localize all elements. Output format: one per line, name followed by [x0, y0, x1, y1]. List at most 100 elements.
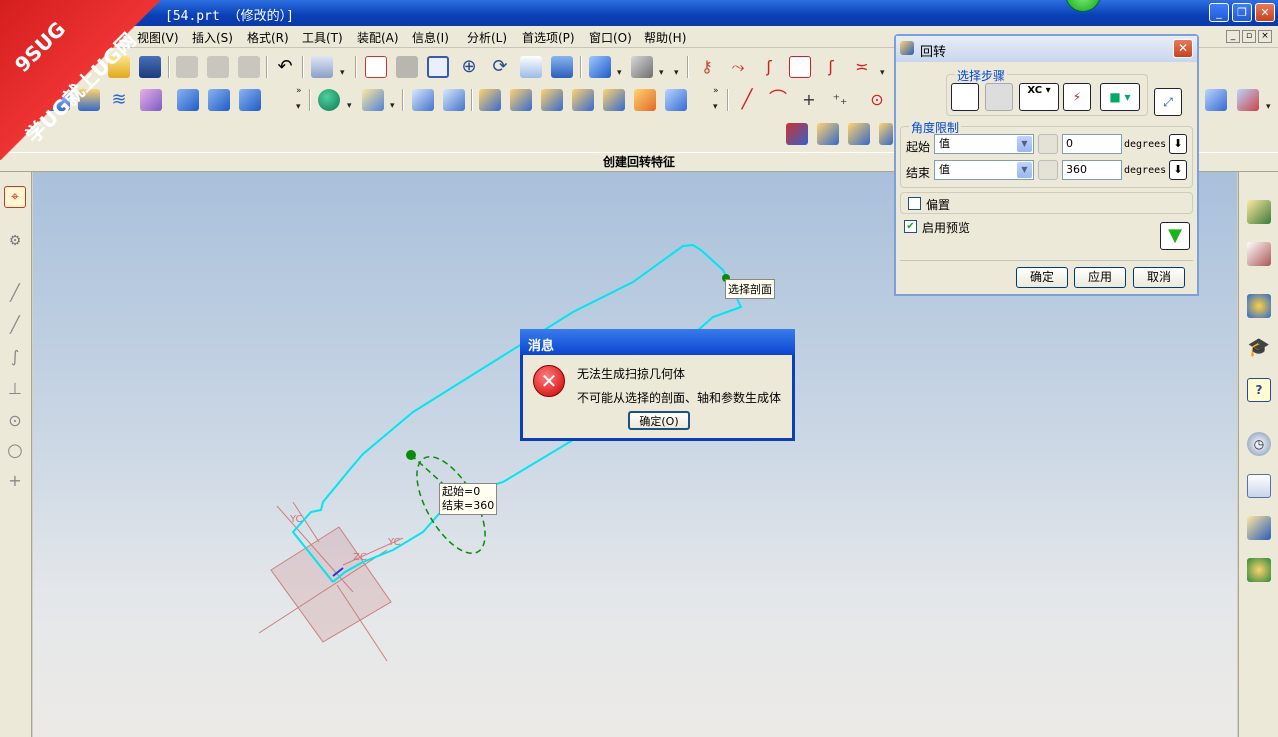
sketch-tangent-icon[interactable]: ⊥	[4, 378, 26, 400]
mdi-minimize-button[interactable]: _	[1226, 30, 1240, 43]
fit-view-icon[interactable]	[365, 56, 387, 78]
roles-icon[interactable]	[1247, 558, 1271, 582]
menu-tools[interactable]: 工具(T)	[302, 29, 343, 46]
end-options-button[interactable]: ⬇	[1169, 160, 1187, 180]
restore-button[interactable]: ❐	[1232, 3, 1252, 22]
edge-blend-icon[interactable]	[362, 89, 384, 111]
xc-vector-selector[interactable]: XC ▾	[1019, 83, 1059, 111]
angle-handle-label[interactable]: 起始=0 结束=360	[439, 483, 498, 515]
offset-checkbox[interactable]	[908, 197, 921, 210]
boss-icon[interactable]	[510, 89, 532, 111]
arc-icon[interactable]: ⌒	[767, 89, 789, 111]
mdi-restore-button[interactable]: ▫	[1242, 30, 1256, 43]
trim-body-icon[interactable]	[817, 123, 839, 145]
point-step-icon[interactable]: ⚡	[1063, 83, 1091, 111]
menu-window[interactable]: 窗口(O)	[589, 29, 632, 46]
hole-icon[interactable]	[479, 89, 501, 111]
pan-icon[interactable]	[520, 56, 542, 78]
pocket-icon[interactable]	[541, 89, 563, 111]
ellipse-icon[interactable]: ⊙	[866, 89, 888, 111]
training-icon[interactable]: 🎓	[1247, 336, 1271, 360]
cancel-button[interactable]: 取消	[1133, 267, 1185, 288]
selection-filter-icon[interactable]	[311, 56, 333, 78]
menu-assembly[interactable]: 装配(A)	[357, 29, 399, 46]
end-inferred-icon[interactable]	[1038, 160, 1058, 180]
zoom-in-out-icon[interactable]: ⊕	[458, 56, 480, 78]
offset-curve-icon[interactable]: ʃ	[820, 56, 842, 78]
expand-options-icon[interactable]: ▼	[1160, 222, 1190, 250]
instance-icon[interactable]	[665, 89, 687, 111]
zoom-window-icon[interactable]	[427, 56, 449, 78]
web-browser-icon[interactable]	[1247, 294, 1271, 318]
sketch-point-icon[interactable]: +	[4, 470, 26, 492]
select-icon[interactable]: ⌖	[4, 186, 26, 208]
pad-icon[interactable]	[572, 89, 594, 111]
groove-icon[interactable]	[634, 89, 656, 111]
start-inferred-icon[interactable]	[1038, 134, 1058, 154]
section-step-icon[interactable]	[951, 83, 979, 111]
axis-step-icon[interactable]	[985, 83, 1013, 111]
perspective-icon[interactable]	[551, 56, 573, 78]
menu-help[interactable]: 帮助(H)	[644, 29, 686, 46]
apply-button[interactable]: 应用	[1074, 267, 1126, 288]
sketch-circle2-icon[interactable]: ○	[4, 440, 26, 462]
preview-checkbox[interactable]: ✔	[904, 220, 917, 233]
section-icon[interactable]	[1237, 89, 1259, 111]
palette-icon[interactable]	[1247, 474, 1271, 498]
start-options-button[interactable]: ⬇	[1169, 134, 1187, 154]
minimize-button[interactable]: _	[1209, 3, 1229, 22]
curve-divide-icon[interactable]: ʃ	[758, 56, 780, 78]
sketch-icon[interactable]	[789, 56, 811, 78]
cut-icon[interactable]	[176, 56, 198, 78]
offset-face-icon[interactable]	[879, 123, 893, 145]
rotate-icon[interactable]: ⟳	[489, 56, 511, 78]
start-angle-input[interactable]: 0	[1062, 134, 1122, 154]
menu-insert[interactable]: 插入(S)	[192, 29, 233, 46]
slot-icon[interactable]	[603, 89, 625, 111]
part-navigator-icon[interactable]	[1247, 242, 1271, 266]
ok-button[interactable]: 确定	[1016, 267, 1068, 288]
cylinder-icon[interactable]	[208, 89, 230, 111]
menu-format[interactable]: 格式(R)	[247, 29, 289, 46]
start-type-select[interactable]: 值 ▼	[934, 134, 1034, 154]
line-icon[interactable]: ╱	[736, 89, 758, 111]
assembly-navigator-icon[interactable]	[1247, 200, 1271, 224]
draft-icon[interactable]	[848, 123, 870, 145]
sketch-circle-icon[interactable]: ⊙	[4, 410, 26, 432]
copy-icon[interactable]	[207, 56, 229, 78]
bridge-curve-icon[interactable]: ≍	[851, 56, 873, 78]
system-materials-icon[interactable]	[1247, 516, 1271, 540]
snap-icon[interactable]: ⚙	[4, 230, 26, 252]
menu-analysis[interactable]: 分析(L)	[467, 29, 507, 46]
undo-icon[interactable]: ↶	[274, 56, 296, 78]
surface-icon[interactable]	[1205, 89, 1227, 111]
sketch-spline-icon[interactable]: ∫	[4, 346, 26, 368]
point-constructor-icon[interactable]: ⚷	[696, 56, 718, 78]
dialog-close-button[interactable]: ✕	[1173, 39, 1193, 58]
paste-icon[interactable]	[238, 56, 260, 78]
curve-trim-icon[interactable]: ⤳	[727, 56, 749, 78]
chamfer-icon[interactable]	[412, 89, 434, 111]
mdi-close-button[interactable]: ×	[1258, 30, 1272, 43]
end-angle-input[interactable]: 360	[1062, 160, 1122, 180]
point-icon[interactable]: +	[798, 89, 820, 111]
sketch-line2-icon[interactable]: ╱	[4, 314, 26, 336]
shaded-view-icon[interactable]	[589, 56, 611, 78]
sketch-line-icon[interactable]: ╱	[4, 282, 26, 304]
body-type-selector[interactable]: ■ ▾	[1100, 83, 1140, 111]
history-icon[interactable]: ◷	[1247, 432, 1271, 456]
menu-information[interactable]: 信息(I)	[412, 29, 449, 46]
menu-preferences[interactable]: 首选项(P)	[522, 29, 575, 46]
point-set-icon[interactable]: ⁺₊	[829, 89, 851, 111]
help-icon[interactable]: ?	[1247, 378, 1271, 402]
cone-icon[interactable]	[239, 89, 261, 111]
render-style-icon[interactable]	[631, 56, 653, 78]
zoom-icon[interactable]	[396, 56, 418, 78]
close-button[interactable]: ✕	[1255, 3, 1275, 22]
block-icon[interactable]	[177, 89, 199, 111]
message-ok-button[interactable]: 确定(O)	[628, 411, 690, 430]
end-type-select[interactable]: 值 ▼	[934, 160, 1034, 180]
boolean-icon[interactable]	[318, 89, 340, 111]
split-body-icon[interactable]	[786, 123, 808, 145]
reverse-direction-icon[interactable]: ⤢	[1154, 88, 1182, 116]
